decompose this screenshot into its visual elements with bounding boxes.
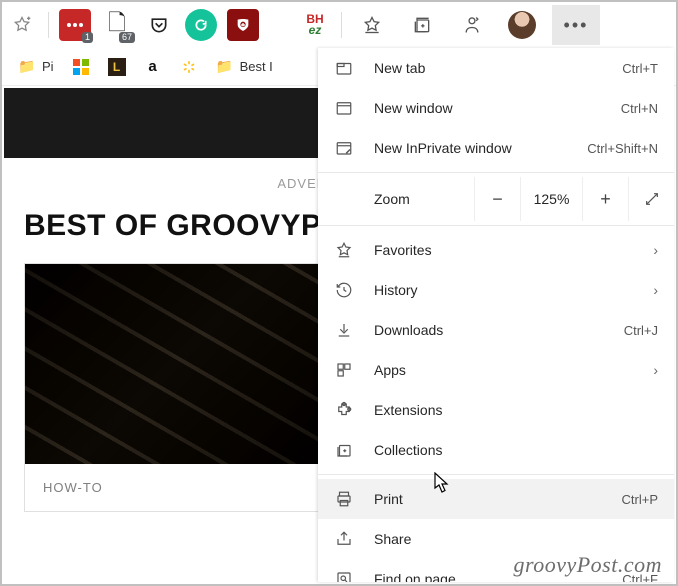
collections-button[interactable] — [402, 5, 442, 45]
ublock-icon[interactable] — [227, 9, 259, 41]
browser-toolbar: 1 🗋 67 BH ez ••• — [2, 2, 676, 48]
ellipsis-icon: ••• — [564, 15, 589, 36]
shortcut-hint: Ctrl+J — [624, 323, 658, 338]
menu-history[interactable]: History › — [318, 270, 674, 310]
menu-label: Collections — [374, 442, 658, 458]
menu-downloads[interactable]: Downloads Ctrl+J — [318, 310, 674, 350]
menu-label: Share — [374, 531, 658, 547]
menu-separator — [318, 225, 674, 226]
article-thumbnail — [25, 264, 323, 464]
grammarly-icon[interactable] — [185, 9, 217, 41]
favorites-button[interactable] — [352, 5, 392, 45]
bookmark-icon: L — [108, 58, 126, 76]
menu-new-tab[interactable]: New tab Ctrl+T — [318, 48, 674, 88]
menu-zoom-row: Zoom − 125% + — [318, 177, 674, 221]
new-tab-icon — [334, 58, 354, 78]
history-icon — [334, 280, 354, 300]
menu-label: Extensions — [374, 402, 658, 418]
toolbar-separator — [341, 12, 342, 38]
extension-badge: 67 — [119, 32, 135, 43]
extensions-icon — [334, 400, 354, 420]
shortcut-hint: Ctrl+N — [621, 101, 658, 116]
menu-collections[interactable]: Collections — [318, 430, 674, 470]
extension-doc-icon[interactable]: 🗋 67 — [101, 9, 133, 41]
menu-favorites[interactable]: Favorites › — [318, 230, 674, 270]
toolbar-separator — [48, 12, 49, 38]
menu-label: History — [374, 282, 645, 298]
menu-label: New window — [374, 100, 621, 116]
bookmark-best[interactable]: 📁 Best I — [216, 58, 273, 76]
microsoft-icon — [72, 58, 90, 76]
zoom-in-button[interactable]: + — [582, 177, 628, 221]
avatar-image — [508, 11, 536, 39]
apps-icon — [334, 360, 354, 380]
zoom-label: Zoom — [318, 191, 474, 207]
folder-icon: 📁 — [216, 58, 234, 76]
profile-avatar[interactable] — [502, 5, 542, 45]
share-icon — [334, 529, 354, 549]
menu-new-window[interactable]: New window Ctrl+N — [318, 88, 674, 128]
shortcut-hint: Ctrl+P — [622, 492, 658, 507]
bhez-icon[interactable]: BH ez — [299, 9, 331, 41]
more-menu-button[interactable]: ••• — [552, 5, 600, 45]
print-icon — [334, 489, 354, 509]
menu-extensions[interactable]: Extensions — [318, 390, 674, 430]
menu-print[interactable]: Print Ctrl+P — [318, 479, 674, 519]
menu-separator — [318, 172, 674, 173]
menu-label: Apps — [374, 362, 645, 378]
bookmark-label: Pi — [42, 59, 54, 74]
menu-label: Downloads — [374, 322, 624, 338]
find-icon — [334, 569, 354, 582]
folder-icon: 📁 — [18, 58, 36, 76]
article-card[interactable]: HOW-TO — [24, 263, 324, 512]
download-icon — [334, 320, 354, 340]
collections-icon — [334, 440, 354, 460]
chevron-right-icon: › — [653, 282, 658, 298]
menu-label: New tab — [374, 60, 622, 76]
chevron-right-icon: › — [653, 242, 658, 258]
zoom-out-button[interactable]: − — [474, 177, 520, 221]
settings-menu: New tab Ctrl+T New window Ctrl+N New InP… — [318, 48, 674, 582]
feedback-button[interactable] — [452, 5, 492, 45]
extension-red-icon[interactable]: 1 — [59, 9, 91, 41]
zoom-value: 125% — [520, 177, 582, 221]
shortcut-hint: Ctrl+T — [622, 61, 658, 76]
bookmark-ms[interactable] — [72, 58, 90, 76]
bookmark-l[interactable]: L — [108, 58, 126, 76]
extension-badge: 1 — [82, 32, 93, 43]
shortcut-hint: Ctrl+Shift+N — [587, 141, 658, 156]
pocket-icon[interactable] — [143, 9, 175, 41]
watermark-text: groovyPost.com — [513, 552, 662, 578]
walmart-icon — [180, 58, 198, 76]
article-tag: HOW-TO — [25, 464, 323, 511]
amazon-icon: a — [144, 58, 162, 76]
menu-label: Print — [374, 491, 622, 507]
menu-separator — [318, 474, 674, 475]
menu-label: Favorites — [374, 242, 645, 258]
menu-new-inprivate[interactable]: New InPrivate window Ctrl+Shift+N — [318, 128, 674, 168]
star-icon — [334, 240, 354, 260]
menu-label: New InPrivate window — [374, 140, 587, 156]
bookmark-walmart[interactable] — [180, 58, 198, 76]
bookmark-pi[interactable]: 📁 Pi — [18, 58, 54, 76]
add-favorite-icon[interactable] — [6, 9, 38, 41]
bookmark-label: Best I — [240, 59, 273, 74]
new-window-icon — [334, 98, 354, 118]
bookmark-amazon[interactable]: a — [144, 58, 162, 76]
chevron-right-icon: › — [653, 362, 658, 378]
menu-apps[interactable]: Apps › — [318, 350, 674, 390]
fullscreen-button[interactable] — [628, 177, 674, 221]
inprivate-icon — [334, 138, 354, 158]
